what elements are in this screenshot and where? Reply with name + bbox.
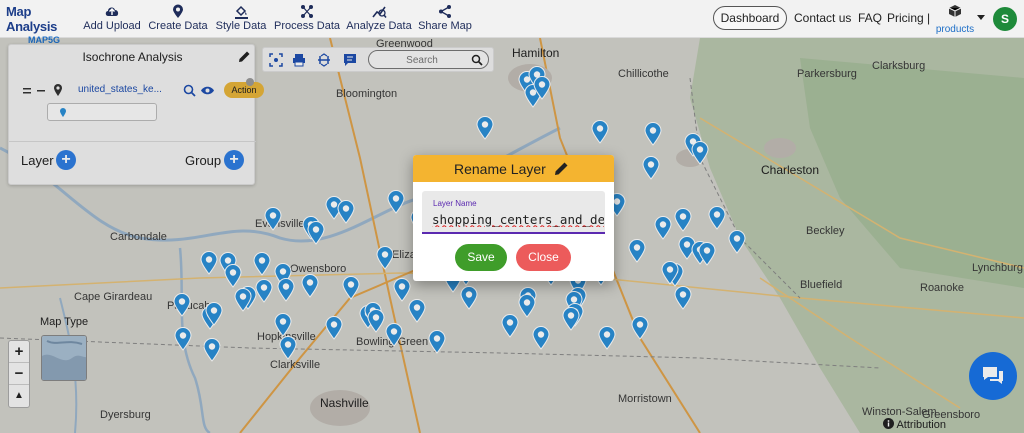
- nav-style-data[interactable]: Style Data: [214, 4, 268, 36]
- products-menu[interactable]: products: [934, 4, 976, 35]
- nav-label: Process Data: [274, 20, 341, 32]
- top-navbar: Map Analysis MAP5G Add Upload Create Dat…: [0, 0, 1024, 45]
- save-button[interactable]: Save: [455, 244, 507, 271]
- nav-label: Add Upload: [83, 20, 141, 32]
- nav-process-data[interactable]: Process Data: [274, 4, 340, 36]
- caret-down-icon[interactable]: [977, 15, 985, 21]
- nav-create-data[interactable]: Create Data: [148, 4, 208, 36]
- products-label: products: [935, 24, 975, 35]
- brand-title: Map Analysis: [6, 4, 58, 34]
- nav-label: Style Data: [215, 20, 267, 32]
- layer-name-field[interactable]: Layer Name: [422, 191, 605, 234]
- share-icon: [439, 5, 451, 18]
- nav-analyze-data[interactable]: Analyze Data: [346, 4, 412, 36]
- close-button[interactable]: Close: [516, 244, 571, 271]
- dashboard-button[interactable]: Dashboard: [713, 6, 787, 30]
- dialog-header: Rename Layer: [413, 155, 614, 182]
- layer-name-input[interactable]: [432, 210, 604, 228]
- dialog-title: Rename Layer: [454, 161, 546, 177]
- nav-label: Share Map: [418, 20, 472, 32]
- field-label: Layer Name: [433, 199, 477, 208]
- process-icon: [301, 5, 313, 18]
- cloud-upload-icon: [105, 7, 119, 16]
- nav-label: Analyze Data: [346, 20, 412, 32]
- map-pin-icon: [173, 4, 183, 18]
- analyze-icon: [371, 6, 387, 18]
- cube-icon: [948, 5, 962, 17]
- rename-layer-dialog: Rename Layer Layer Name Save Close: [413, 155, 614, 281]
- faq-link[interactable]: FAQ: [858, 11, 882, 25]
- nav-label: Create Data: [148, 20, 208, 32]
- pricing-link[interactable]: Pricing |: [887, 11, 930, 25]
- nav-add-upload[interactable]: Add Upload: [82, 4, 142, 36]
- pencil-icon: [555, 162, 568, 175]
- brand-logo[interactable]: Map Analysis MAP5G: [6, 4, 78, 45]
- nav-share-map[interactable]: Share Map: [418, 4, 472, 36]
- contact-link[interactable]: Contact us: [794, 11, 851, 25]
- user-avatar[interactable]: S: [993, 7, 1017, 31]
- paint-bucket-icon: [234, 5, 248, 19]
